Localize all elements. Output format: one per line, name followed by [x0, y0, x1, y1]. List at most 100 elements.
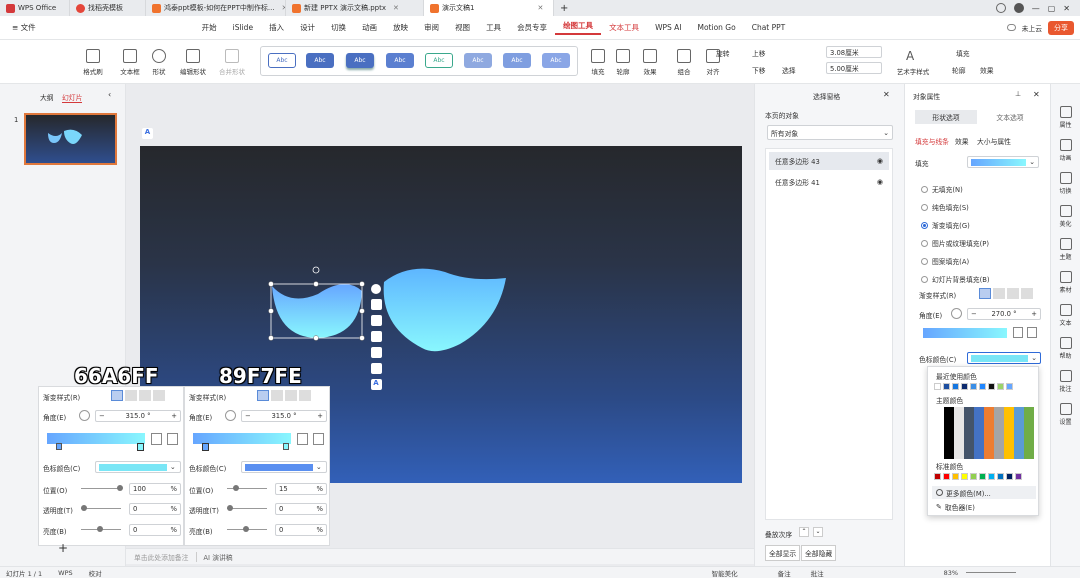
color-swatch[interactable]	[1006, 383, 1013, 390]
smart-beautify-button[interactable]: 智能美化	[712, 568, 738, 578]
hide-all-button[interactable]: 全部隐藏	[801, 545, 837, 561]
text-effect-button[interactable]: 效果	[980, 65, 994, 75]
ai-speech-button[interactable]: AI 演讲稿	[196, 551, 233, 562]
collapse-icon[interactable]	[371, 284, 381, 294]
menu-transition[interactable]: 切换	[323, 22, 354, 33]
tab-wps-office[interactable]: WPS Office	[0, 0, 70, 16]
gradient-stop-start[interactable]	[202, 443, 209, 451]
color-swatch[interactable]	[997, 473, 1004, 480]
brightness-slider-thumb[interactable]	[243, 526, 249, 532]
show-all-button[interactable]: 全部显示	[765, 545, 801, 561]
eye-icon[interactable]: ◉	[877, 178, 883, 186]
color-swatch[interactable]	[943, 383, 950, 390]
menu-slideshow[interactable]: 放映	[385, 22, 416, 33]
pen-icon[interactable]	[370, 315, 382, 326]
move-up-icon[interactable]: ⌃	[799, 527, 809, 537]
color-swatch[interactable]	[961, 473, 968, 480]
sidebar-item-transition[interactable]: 切换	[1051, 172, 1080, 195]
style-swatch-7[interactable]: Abc	[503, 53, 531, 68]
path-gradient-icon[interactable]	[299, 390, 311, 401]
theme-color-grid[interactable]	[934, 407, 1034, 459]
color-swatch[interactable]	[943, 473, 950, 480]
menu-tools[interactable]: 工具	[478, 22, 509, 33]
gradient-stop-end[interactable]	[283, 443, 289, 450]
menu-view[interactable]: 视图	[447, 22, 478, 33]
rect-gradient-icon[interactable]	[1007, 288, 1019, 299]
edit-shape-button[interactable]: 编辑形状	[174, 44, 212, 80]
textbox-button[interactable]: 文本框	[116, 44, 144, 80]
fill-bucket-icon[interactable]	[370, 331, 382, 342]
color-swatch[interactable]	[979, 383, 986, 390]
more-colors-option[interactable]: 更多颜色(M)...	[932, 486, 1036, 499]
color-swatch[interactable]	[970, 383, 977, 390]
layers-icon[interactable]	[370, 299, 382, 310]
linear-gradient-icon[interactable]	[979, 288, 991, 299]
cloud-sync-icon[interactable]	[995, 3, 1006, 13]
fill-none-option[interactable]: 无填充(N)	[921, 180, 990, 198]
position-slider-thumb[interactable]	[117, 485, 123, 491]
color-swatch[interactable]	[952, 383, 959, 390]
tab-slides[interactable]: 幻灯片	[62, 92, 83, 103]
menu-insert[interactable]: 插入	[261, 22, 292, 33]
shape-width-input[interactable]: 5.00厘米	[826, 62, 882, 74]
menu-motion-go[interactable]: Motion Go	[690, 23, 744, 32]
text-outline-button[interactable]: 轮廓	[952, 65, 966, 75]
crop-icon[interactable]	[370, 347, 382, 358]
angle-input[interactable]: −315.0 ° +	[95, 410, 181, 422]
fill-gradient-option[interactable]: 渐变填充(G)	[921, 216, 990, 234]
transparency-slider[interactable]	[227, 508, 267, 509]
transparency-input[interactable]: 0%	[275, 503, 327, 515]
select-button[interactable]: 选择	[782, 65, 796, 75]
fill-picture-option[interactable]: 图片或纹理填充(P)	[921, 234, 990, 252]
zoom-slider[interactable]	[966, 572, 1017, 573]
position-slider[interactable]	[81, 488, 121, 489]
path-gradient-icon[interactable]	[153, 390, 165, 401]
fill-background-option[interactable]: 幻灯片背景填充(B)	[921, 270, 990, 288]
shape-height-input[interactable]: 3.08厘米	[826, 46, 882, 58]
wave-shape-small[interactable]	[272, 284, 362, 338]
linear-gradient-icon[interactable]	[111, 390, 123, 401]
comments-button[interactable]: 批注	[811, 568, 824, 578]
tab-shape-options[interactable]: 形状选项	[915, 110, 977, 124]
position-slider-thumb[interactable]	[233, 485, 239, 491]
transparency-slider-thumb[interactable]	[81, 505, 87, 511]
transparency-input[interactable]: 0%	[129, 503, 181, 515]
remove-stop-icon[interactable]	[1027, 327, 1037, 338]
menu-member[interactable]: 会员专享	[509, 22, 555, 33]
color-swatch[interactable]	[1006, 473, 1013, 480]
path-gradient-icon[interactable]	[1021, 288, 1033, 299]
tab-template[interactable]: 找稻壳模板	[70, 0, 146, 16]
rect-gradient-icon[interactable]	[285, 390, 297, 401]
pin-icon[interactable]: ⊥	[1015, 90, 1021, 98]
ai-icon[interactable]: A	[370, 379, 382, 390]
angle-dial-icon[interactable]	[225, 410, 236, 421]
color-swatch[interactable]	[952, 473, 959, 480]
art-text-style-button[interactable]: A 艺术字样式	[892, 44, 934, 80]
tab-outline[interactable]: 大纲	[40, 92, 54, 102]
minimize-icon[interactable]: —	[1032, 4, 1040, 13]
stop-color-select[interactable]: ⌄	[95, 461, 181, 473]
transparency-slider[interactable]	[81, 508, 121, 509]
style-swatch-5[interactable]: Abc	[425, 53, 453, 68]
subtab-effects[interactable]: 效果	[955, 136, 969, 146]
tab-text-options[interactable]: 文本选项	[979, 110, 1041, 124]
tab-doc-active[interactable]: 演示文稿1 ✕	[424, 0, 554, 16]
style-swatch-3[interactable]: Abc	[346, 53, 374, 68]
menu-chat-ppt[interactable]: Chat PPT	[744, 23, 794, 32]
notes-button[interactable]: 备注	[778, 568, 791, 578]
transparency-slider-thumb[interactable]	[227, 505, 233, 511]
angle-input[interactable]: −270.0 ° +	[967, 308, 1041, 320]
slide-thumbnail[interactable]	[24, 113, 117, 165]
fill-button[interactable]: 填充	[588, 44, 608, 80]
color-swatch[interactable]	[1015, 473, 1022, 480]
color-swatch[interactable]	[997, 383, 1004, 390]
shape-button[interactable]: 形状	[146, 44, 172, 80]
merge-shape-button[interactable]: 合并形状	[214, 44, 250, 80]
add-stop-icon[interactable]	[151, 433, 162, 445]
close-icon[interactable]: ✕	[883, 90, 890, 99]
sidebar-item-help[interactable]: 帮助	[1051, 337, 1080, 360]
sidebar-item-materials[interactable]: 素材	[1051, 271, 1080, 294]
wave-shape-large[interactable]	[383, 268, 506, 352]
sidebar-item-comments[interactable]: 批注	[1051, 370, 1080, 393]
sidebar-item-theme[interactable]: 主题	[1051, 238, 1080, 261]
